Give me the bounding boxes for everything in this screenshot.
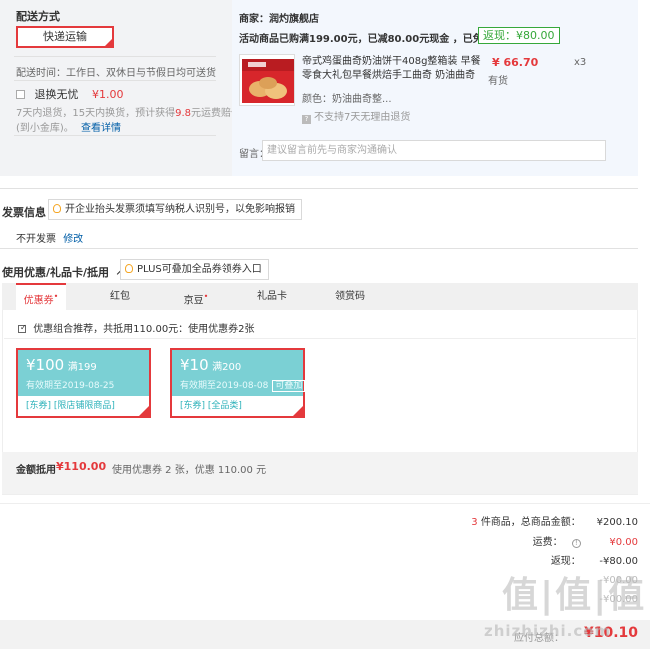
summary-freight-row: 运费： ! ¥0.00: [473, 535, 638, 551]
divider: [14, 56, 216, 57]
divider: [0, 503, 650, 504]
divider: [14, 80, 216, 81]
return-desc: 7天内退货，15天内换货，预计获得9.8元运费赔付: [16, 104, 241, 119]
coupon-card-top: ¥100 满199 有效期至2019-08-25: [18, 350, 149, 396]
no-return-note: ? 不支持7天无理由退货: [302, 108, 410, 124]
coupon-amount: ¥100: [26, 356, 65, 374]
recommend-checkbox[interactable]: ✓: [18, 323, 27, 333]
stackable-badge: 可叠加: [272, 380, 306, 392]
return-desc-line2: (到小金库)。 查看详情: [16, 119, 121, 134]
tab-gift-card[interactable]: 礼品卡: [248, 283, 296, 310]
freight-value: ¥0.00: [609, 537, 638, 548]
product-image[interactable]: [239, 54, 295, 106]
recommend-option[interactable]: ✓ 优惠组合推荐，共抵用110.00元：使用优惠券2张: [18, 320, 255, 335]
recommend-text: 优惠组合推荐，共抵用110.00元：使用优惠券2张: [33, 324, 255, 335]
express-shipping-button[interactable]: 快递运输: [16, 26, 114, 48]
return-worry-checkbox[interactable]: [16, 90, 25, 99]
express-shipping-label: 快递运输: [43, 30, 87, 43]
coupon-tabs: 优惠券• 红包 京豆• 礼品卡 领赏码: [2, 283, 638, 310]
coupon-condition: 满200: [212, 362, 242, 373]
selected-check-icon: [292, 405, 304, 417]
divider: [0, 248, 638, 249]
merchant-name: 商家：润灼旗舰店: [239, 14, 319, 25]
no-return-text: 不支持7天无理由退货: [314, 112, 411, 123]
tab-red-packet[interactable]: 红包: [96, 283, 144, 310]
coupon-card-top: ¥10 满200 有效期至2019-08-08 可叠加: [172, 350, 306, 396]
invoice-tip: 开企业抬头发票须填写纳税人识别号，以免影响报销: [48, 199, 302, 220]
product-title-line-2: 零食大礼包早餐烘焙手工曲奇 奶油曲奇: [302, 70, 476, 81]
return-worry-label: 退换无忧: [34, 88, 79, 101]
product-color: 颜色：奶油曲奇整...: [302, 94, 392, 105]
item-count: 3: [471, 517, 478, 528]
coupons-title-text: 使用优惠/礼品卡/抵用: [2, 266, 110, 279]
summary-total-row: 3 件商品，总商品金额： ¥200.10: [471, 515, 638, 531]
shipping-panel: 配送方式 快递运输 配送时间：工作日、双休日与节假日均可送货 退换无忧 ¥1.0…: [0, 0, 241, 176]
offset-bar: 金额抵用 ¥110.00 使用优惠券 2 张，优惠 110.00 元: [2, 452, 638, 494]
divider: [14, 135, 216, 136]
coupon-card[interactable]: ¥10 满200 有效期至2019-08-08 可叠加 [东券] [全品类]: [170, 348, 306, 418]
message-placeholder: 建议留言前先与商家沟通确认: [267, 145, 397, 156]
product-price: ¥ 66.70: [492, 56, 539, 69]
offset-desc: 使用优惠券 2 张，优惠 110.00 元: [112, 465, 267, 476]
coupon-expiry: 有效期至2019-08-25: [26, 381, 115, 391]
divider: [0, 188, 638, 189]
invoice-tip-text: 开企业抬头发票须填写纳税人识别号，以免影响报销: [65, 204, 295, 215]
coupons-title[interactable]: 使用优惠/礼品卡/抵用: [2, 264, 126, 280]
return-worry-price: ¥1.00: [92, 88, 124, 101]
delivery-time-text: 配送时间：工作日、双休日与节假日均可送货: [16, 68, 216, 79]
offset-amount: ¥110.00: [56, 460, 107, 473]
info-icon[interactable]: !: [571, 539, 581, 548]
freight-label: 运费：: [532, 537, 563, 548]
product-title[interactable]: 帝式鸡蛋曲奇奶油饼干408g整箱装 早餐 零食大礼包早餐烘焙手工曲奇 奶油曲奇: [302, 55, 481, 83]
shipping-title: 配送方式: [16, 10, 60, 23]
invoice-value-text: 不开发票: [16, 234, 56, 245]
coupon-condition: 满199: [67, 362, 97, 373]
cookie-box-icon: [242, 59, 294, 103]
delivery-time: 配送时间：工作日、双休日与节假日均可送货: [16, 64, 216, 79]
return-worry-option[interactable]: 退换无忧 ¥1.00: [16, 86, 124, 102]
tab-jingdou[interactable]: 京豆•: [172, 283, 220, 310]
coupon-amount: ¥10: [180, 356, 209, 374]
promo-text: 活动商品已购满199.00元，已减80.00元现金 ，已免邮: [239, 34, 493, 45]
tab-reward-code[interactable]: 领赏码: [326, 283, 374, 310]
order-panel: 商家：润灼旗舰店 活动商品已购满199.00元，已减80.00元现金 ，已免邮 …: [232, 0, 638, 176]
coupon-scope: [东券] [限店铺限商品]: [26, 401, 115, 411]
item-count-label: 件商品，总商品金额：: [480, 517, 581, 528]
plus-tip[interactable]: PLUS可叠加全品券领券入口: [120, 259, 269, 280]
product-title-line-1: 帝式鸡蛋曲奇奶油饼干408g整箱装 早餐: [302, 56, 481, 67]
lightbulb-icon: [125, 264, 133, 273]
no-return-icon: ?: [302, 115, 311, 124]
plus-tip-text: PLUS可叠加全品券领券入口: [137, 264, 262, 275]
view-details-link[interactable]: 查看详情: [81, 123, 121, 134]
watermark-site: zhizhizhi.com: [484, 622, 612, 640]
invoice-edit-link[interactable]: 修改: [63, 234, 83, 245]
return-desc-text: 7天内退货，15天内换货，预计获得: [16, 108, 176, 119]
tab-coupons[interactable]: 优惠券•: [16, 283, 66, 310]
offset-label: 金额抵用: [16, 465, 56, 476]
stock-status: 有货: [488, 76, 508, 87]
coupon-card[interactable]: ¥100 满199 有效期至2019-08-25 [东券] [限店铺限商品]: [16, 348, 151, 418]
message-input[interactable]: 建议留言前先与商家沟通确认: [262, 140, 606, 161]
selected-check-icon: [138, 405, 150, 417]
invoice-value: 不开发票 修改: [16, 230, 83, 245]
coupon-scope: [东券] [全品类]: [180, 401, 242, 411]
divider: [4, 338, 636, 339]
fanli-badge: 返现：¥80.00: [478, 27, 560, 44]
watermark-logo: 值|值|值: [502, 575, 647, 616]
invoice-title: 发票信息: [2, 206, 46, 219]
return-desc-text-3: (到小金库)。: [16, 123, 74, 134]
coupon-expiry: 有效期至2019-08-08: [180, 381, 269, 391]
return-desc-amount: 9.8: [175, 108, 191, 119]
product-quantity: x3: [574, 57, 587, 68]
selected-corner-icon: [104, 38, 113, 47]
tab-label: 京豆: [183, 295, 204, 307]
lightbulb-icon: [53, 204, 61, 213]
tab-label: 优惠券: [23, 295, 54, 307]
goods-total: ¥200.10: [596, 517, 638, 528]
